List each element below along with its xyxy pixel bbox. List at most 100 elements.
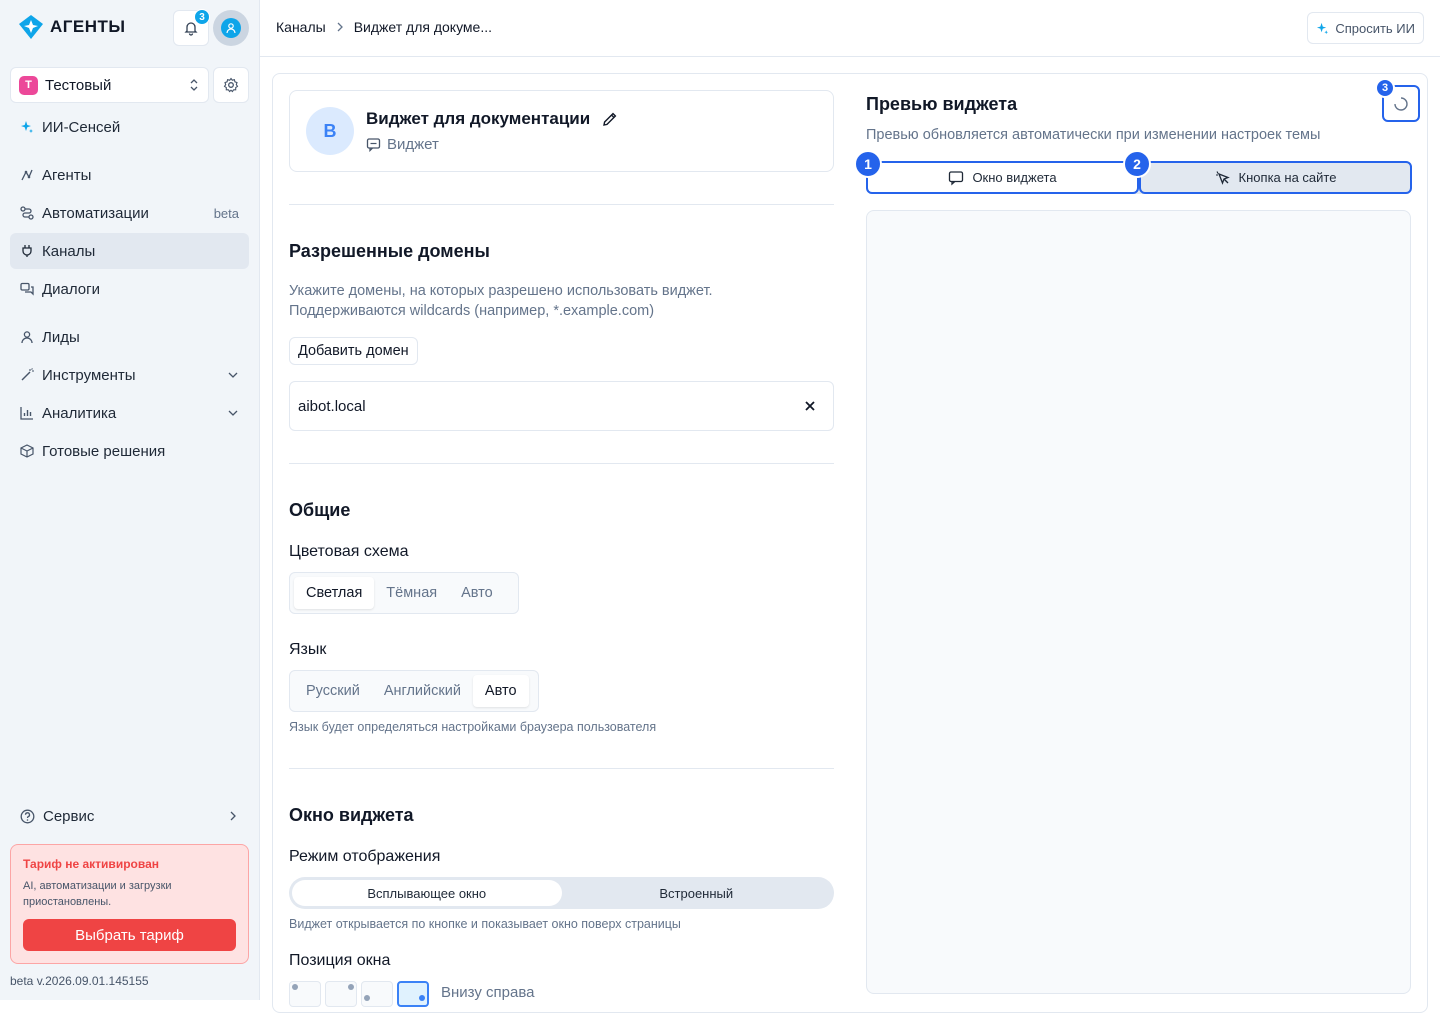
domains-description-line1: Укажите домены, на которых разрешено исп…	[289, 283, 713, 299]
close-icon[interactable]	[803, 399, 817, 413]
brand-logo[interactable]: АГЕНТЫ	[18, 14, 126, 40]
sidebar-item-label: Лиды	[42, 328, 80, 346]
widget-header-card: В Виджет для документации Виджет	[289, 90, 834, 172]
position-option-bottom-left[interactable]	[361, 981, 393, 1007]
chevron-down-icon	[227, 369, 239, 381]
workspace-select[interactable]: Т Тестовый	[10, 67, 209, 103]
app-version: beta v.2026.09.01.145155	[10, 974, 149, 988]
language-toggle: Русский Английский Авто	[289, 670, 539, 712]
workspace-name: Тестовый	[45, 76, 112, 94]
sidebar-item-label: ИИ-Сенсей	[42, 118, 121, 136]
color-scheme-toggle: Светлая Тёмная Авто	[289, 572, 519, 614]
pencil-icon[interactable]	[602, 111, 618, 127]
sidebar-item-service[interactable]: Сервис	[10, 798, 249, 834]
ask-ai-button[interactable]: Спросить ИИ	[1307, 12, 1424, 44]
divider	[289, 768, 834, 769]
loading-spinner-icon	[1393, 96, 1409, 112]
display-mode-option-embedded[interactable]: Встроенный	[562, 880, 832, 906]
widget-type-row: Виджет	[366, 136, 439, 153]
window-position-label: Позиция окна	[289, 952, 391, 969]
box-icon	[20, 444, 34, 458]
sidebar-item-agents[interactable]: Агенты	[10, 157, 249, 193]
widget-window-title: Окно виджета	[289, 805, 414, 825]
window-position-value: Внизу справа	[441, 984, 535, 1001]
preview-title: Превью виджета	[866, 94, 1018, 114]
message-square-icon	[366, 137, 381, 152]
tab-label: Кнопка на сайте	[1238, 170, 1337, 185]
user-avatar-button[interactable]	[213, 10, 249, 46]
color-scheme-option-dark[interactable]: Тёмная	[374, 577, 449, 609]
chart-icon	[20, 406, 34, 420]
gear-icon	[223, 77, 239, 93]
language-option-english[interactable]: Английский	[372, 675, 473, 707]
general-title: Общие	[289, 500, 351, 520]
widget-avatar: В	[306, 107, 354, 155]
add-domain-button[interactable]: Добавить домен	[289, 337, 418, 365]
display-mode-label: Режим отображения	[289, 848, 441, 865]
display-mode-option-popup[interactable]: Всплывающее окно	[292, 880, 562, 906]
help-circle-icon	[20, 809, 35, 824]
sidebar-item-leads[interactable]: Лиды	[10, 319, 249, 355]
sidebar-item-automations[interactable]: Автоматизации beta	[10, 195, 249, 231]
sidebar-item-analytics[interactable]: Аналитика	[10, 395, 249, 431]
color-scheme-option-auto[interactable]: Авто	[449, 577, 505, 609]
sidebar-item-solutions[interactable]: Готовые решения	[10, 433, 249, 469]
sidebar-item-label: Готовые решения	[42, 442, 166, 460]
choose-tariff-button[interactable]: Выбрать тариф	[23, 919, 236, 951]
language-option-auto[interactable]: Авто	[472, 675, 529, 707]
breadcrumb-channels-link[interactable]: Каналы	[276, 19, 326, 35]
annotation-marker-2: 2	[1123, 150, 1151, 178]
plug-icon	[20, 244, 34, 258]
position-option-top-left[interactable]	[289, 981, 321, 1007]
dialogs-icon	[20, 282, 34, 296]
ask-ai-label: Спросить ИИ	[1335, 20, 1415, 36]
language-option-russian[interactable]: Русский	[294, 675, 372, 707]
widget-title: Виджет для документации	[366, 109, 591, 128]
workspace-settings-button[interactable]	[213, 67, 249, 103]
sidebar-item-ai-sensei[interactable]: ИИ-Сенсей	[10, 109, 249, 145]
preview-subtitle: Превью обновляется автоматически при изм…	[866, 127, 1321, 143]
position-option-bottom-right[interactable]	[397, 981, 429, 1007]
language-hint: Язык будет определяться настройками брау…	[289, 720, 657, 734]
beta-badge: beta	[213, 205, 239, 221]
user-icon	[221, 18, 241, 38]
display-mode-toggle: Всплывающее окно Встроенный	[289, 877, 834, 909]
sidebar-item-label: Агенты	[42, 166, 92, 184]
tab-widget-window[interactable]: Окно виджета	[866, 161, 1139, 194]
annotation-marker-3: 3	[1375, 78, 1395, 98]
cursor-click-icon	[1215, 170, 1231, 186]
sidebar-item-channels[interactable]: Каналы	[10, 233, 249, 269]
sidebar-item-label: Автоматизации	[42, 204, 149, 222]
sparkle-icon	[20, 120, 34, 134]
color-scheme-option-light[interactable]: Светлая	[294, 577, 375, 609]
diamond-sparkle-icon	[18, 14, 44, 40]
brand-name: АГЕНТЫ	[50, 17, 126, 36]
workspace-avatar: Т	[19, 75, 38, 95]
chevron-updown-icon	[188, 78, 200, 92]
breadcrumb-current: Виджет для докуме...	[353, 19, 492, 35]
domain-list-item: aibot.local	[289, 381, 834, 431]
sidebar-item-tools[interactable]: Инструменты	[10, 357, 249, 393]
message-square-icon	[948, 170, 964, 186]
sidebar: АГЕНТЫ 3 Т Тестовый ИИ-Сенсей Агенты Авт…	[0, 0, 260, 1000]
notification-count-badge: 3	[194, 9, 210, 25]
chevron-right-icon	[334, 21, 346, 33]
tariff-warning-card: Тариф не активирован AI, автоматизации и…	[10, 844, 249, 964]
chevron-down-icon	[227, 407, 239, 419]
color-scheme-label: Цветовая схема	[289, 543, 409, 560]
top-bar: Каналы Виджет для докуме... Спросить ИИ	[260, 0, 1440, 57]
breadcrumb: Каналы Виджет для докуме...	[276, 19, 492, 35]
sparkle-icon	[1316, 22, 1329, 35]
domain-value: aibot.local	[298, 397, 366, 415]
chevron-right-icon	[227, 810, 239, 822]
sidebar-item-label: Диалоги	[42, 280, 100, 298]
agents-icon	[20, 168, 34, 182]
language-label: Язык	[289, 641, 327, 658]
position-option-top-right[interactable]	[325, 981, 357, 1007]
domains-description-line2: Поддерживаются wildcards (например, *.ex…	[289, 303, 655, 319]
wand-icon	[20, 368, 34, 382]
display-mode-hint: Виджет открывается по кнопке и показывае…	[289, 917, 681, 931]
tab-site-button[interactable]: Кнопка на сайте	[1139, 161, 1412, 194]
sidebar-item-dialogs[interactable]: Диалоги	[10, 271, 249, 307]
divider	[289, 463, 834, 464]
